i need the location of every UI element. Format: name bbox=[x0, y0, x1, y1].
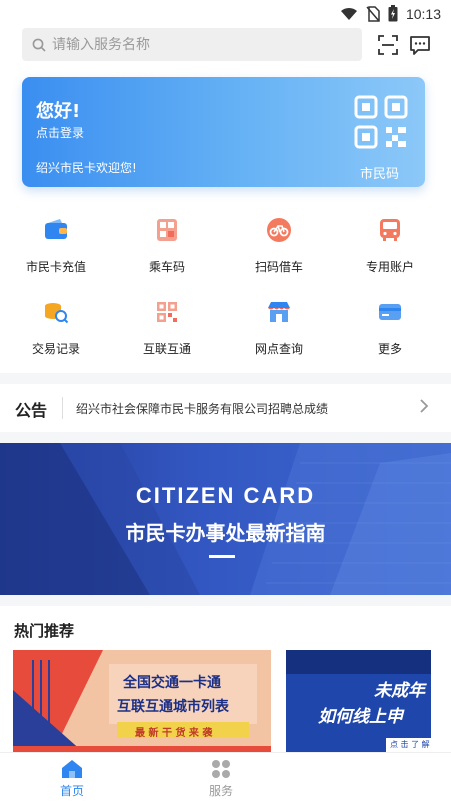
promo1-line1: 全国交通一卡通 bbox=[123, 675, 221, 691]
qr-code-icon bbox=[157, 302, 177, 322]
promo2-line2: 如何线上申 bbox=[318, 707, 403, 727]
service-transactions[interactable]: 交易记录 bbox=[1, 299, 111, 369]
battery-charging-icon bbox=[388, 5, 398, 22]
tab-label: 服务 bbox=[208, 784, 233, 798]
status-icons: 10:13 bbox=[340, 5, 441, 22]
greeting: 您好! bbox=[36, 101, 81, 122]
search-icon bbox=[32, 38, 46, 52]
banner-title-en: CITIZEN CARD bbox=[135, 483, 316, 508]
promo-banner[interactable]: CITIZEN CARD 市民卡办事处最新指南 bbox=[0, 443, 451, 595]
coins-search-icon bbox=[45, 303, 69, 324]
promo2-line3: 点 击 了 解 bbox=[390, 740, 430, 749]
home-icon bbox=[62, 760, 82, 778]
service-branch-query[interactable]: 网点查询 bbox=[224, 299, 334, 369]
hot-recommendations: 热门推荐 全国交通一卡通 互联互通城市列表 最 新 干 货 来 袭 未成年 如何… bbox=[0, 606, 451, 752]
notice-tag: 公告 bbox=[15, 401, 48, 420]
store-icon bbox=[268, 302, 290, 322]
promo2-pattern bbox=[286, 650, 431, 752]
wallet-icon bbox=[45, 219, 67, 239]
promo-card-transit[interactable]: 全国交通一卡通 互联互通城市列表 最 新 干 货 来 袭 bbox=[13, 650, 271, 752]
tab-services[interactable]: 服务 bbox=[181, 759, 261, 799]
service-label: 市民卡充值 bbox=[25, 260, 86, 274]
banner-underline bbox=[209, 555, 235, 558]
notice-bar[interactable]: 公告 绍兴市社会保障市民卡服务有限公司招聘总成绩 bbox=[0, 384, 451, 432]
message-icon[interactable] bbox=[409, 34, 431, 56]
service-label: 扫码借车 bbox=[254, 260, 303, 274]
service-label: 专用账户 bbox=[365, 260, 414, 274]
promo1-line2: 互联互通城市列表 bbox=[117, 699, 229, 715]
service-ride-code[interactable]: 乘车码 bbox=[112, 217, 222, 287]
service-label: 交易记录 bbox=[31, 342, 80, 356]
services-icon bbox=[212, 760, 230, 778]
bike-icon bbox=[267, 218, 291, 242]
status-bar: 10:13 bbox=[0, 0, 451, 28]
citizen-card-panel[interactable]: 您好! 点击登录 绍兴市民卡欢迎您! 市民码 bbox=[22, 77, 425, 187]
chevron-right-icon[interactable] bbox=[419, 398, 429, 414]
scan-icon[interactable] bbox=[377, 34, 399, 56]
bus-qr-icon bbox=[157, 219, 177, 241]
service-interconnect[interactable]: 互联互通 bbox=[112, 299, 222, 369]
home-header: 您好! 点击登录 绍兴市民卡欢迎您! 市民码 市民卡充值 乘车码 扫码借车 bbox=[0, 28, 451, 373]
notice-divider bbox=[62, 397, 63, 419]
service-dedicated-account[interactable]: 专用账户 bbox=[335, 217, 445, 287]
search-bar[interactable] bbox=[22, 28, 362, 61]
tab-home[interactable]: 首页 bbox=[32, 759, 112, 799]
bottom-tab-bar: 首页 服务 bbox=[0, 752, 451, 802]
banner-title-cn: 市民卡办事处最新指南 bbox=[125, 521, 326, 545]
service-label: 乘车码 bbox=[148, 260, 185, 274]
service-label: 互联互通 bbox=[142, 342, 191, 356]
login-link[interactable]: 点击登录 bbox=[36, 124, 84, 141]
service-more[interactable]: 更多 bbox=[335, 299, 445, 369]
promo2-line1: 未成年 bbox=[374, 681, 425, 701]
card-icon bbox=[379, 304, 401, 320]
search-input[interactable] bbox=[52, 36, 332, 53]
clock: 10:13 bbox=[405, 5, 441, 22]
section-title: 热门推荐 bbox=[14, 622, 75, 640]
service-label: 网点查询 bbox=[254, 342, 303, 356]
notice-text[interactable]: 绍兴市社会保障市民卡服务有限公司招聘总成绩 bbox=[76, 400, 328, 417]
qr-label: 市民码 bbox=[360, 167, 400, 182]
promo-card-minor[interactable]: 未成年 如何线上申 点 击 了 解 bbox=[286, 650, 431, 752]
citizen-qr-icon[interactable] bbox=[354, 95, 408, 149]
no-sim-icon bbox=[366, 5, 380, 22]
bus-icon bbox=[380, 219, 400, 241]
service-scan-bike[interactable]: 扫码借车 bbox=[224, 217, 334, 287]
service-recharge[interactable]: 市民卡充值 bbox=[1, 217, 111, 287]
service-label: 更多 bbox=[377, 342, 402, 356]
tab-label: 首页 bbox=[59, 784, 84, 798]
wifi-icon bbox=[340, 7, 357, 20]
promo1-line3: 最 新 干 货 来 袭 bbox=[135, 728, 213, 739]
welcome-text: 绍兴市民卡欢迎您! bbox=[36, 161, 137, 175]
